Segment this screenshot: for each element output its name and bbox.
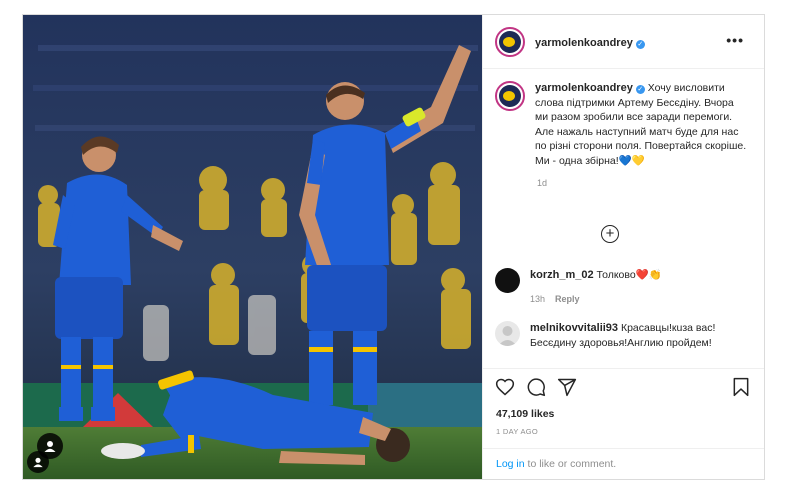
comment-meta: 13h Reply	[530, 292, 748, 307]
post-photo[interactable]	[23, 15, 482, 479]
action-bar	[495, 377, 753, 401]
post-actions: 47,109 likes 1 DAY AGO Log in to like or…	[483, 368, 764, 477]
comment-icon[interactable]	[526, 377, 548, 399]
comment-timestamp: 13h	[530, 293, 546, 304]
heart-icon[interactable]	[495, 377, 517, 399]
verified-badge-icon: ✓	[635, 85, 645, 94]
commenter-avatar[interactable]	[495, 268, 520, 293]
caption-text: Хочу висловити слова підтримки Артему Бе…	[535, 82, 747, 167]
commenter-username[interactable]: korzh_m_02	[530, 269, 594, 281]
login-rest-text: to like or comment.	[524, 458, 617, 470]
author-avatar[interactable]	[495, 26, 525, 57]
login-link[interactable]: Log in	[496, 458, 525, 470]
tagged-user-icon[interactable]	[27, 451, 49, 473]
instagram-post-card: yarmolenkoandrey ✓ ••• yarmolenkoandrey ✓ …	[22, 14, 765, 480]
load-more-comments-button[interactable]: +	[601, 225, 619, 243]
post-caption: yarmolenkoandrey ✓ Хочу висловити слова п…	[495, 81, 753, 188]
bookmark-icon[interactable]	[731, 377, 753, 399]
verified-badge-icon: ✓	[635, 39, 645, 49]
caption-body: yarmolenkoandrey ✓ Хочу висловити слова п…	[535, 81, 747, 168]
caption-timestamp: 1d	[537, 178, 548, 188]
login-prompt: Log in to like or comment.	[483, 448, 764, 478]
commenter-username[interactable]: melnikovvitalii93	[530, 322, 618, 334]
post-time-ago: 1 DAY AGO	[496, 427, 539, 436]
comment-body: korzh_m_02 Толково❤️👏 13h Reply	[530, 268, 748, 306]
caption-author-avatar[interactable]	[495, 81, 525, 111]
comment-item: korzh_m_02 Толково❤️👏 13h Reply	[495, 268, 753, 306]
reply-button[interactable]: Reply	[555, 294, 580, 304]
likes-count[interactable]: 47,109 likes	[496, 408, 554, 420]
post-header: yarmolenkoandrey ✓ •••	[483, 15, 764, 69]
football-photo-illustration	[23, 15, 482, 479]
header-username-wrap: yarmolenkoandrey ✓	[535, 33, 645, 51]
commenter-avatar[interactable]	[495, 321, 520, 346]
comment-item: melnikovvitalii93 Красавцы!кuза вас! Бес…	[495, 321, 753, 350]
post-sidebar: yarmolenkoandrey ✓ ••• yarmolenkoandrey ✓ …	[482, 15, 764, 479]
share-icon[interactable]	[557, 377, 579, 399]
more-options-button[interactable]: •••	[726, 32, 744, 48]
comment-text: Толково❤️👏	[596, 269, 662, 281]
caption-username[interactable]: yarmolenkoandrey	[535, 82, 633, 94]
author-username[interactable]: yarmolenkoandrey	[535, 37, 633, 49]
comment-body: melnikovvitalii93 Красавцы!кuза вас! Бес…	[530, 321, 748, 350]
